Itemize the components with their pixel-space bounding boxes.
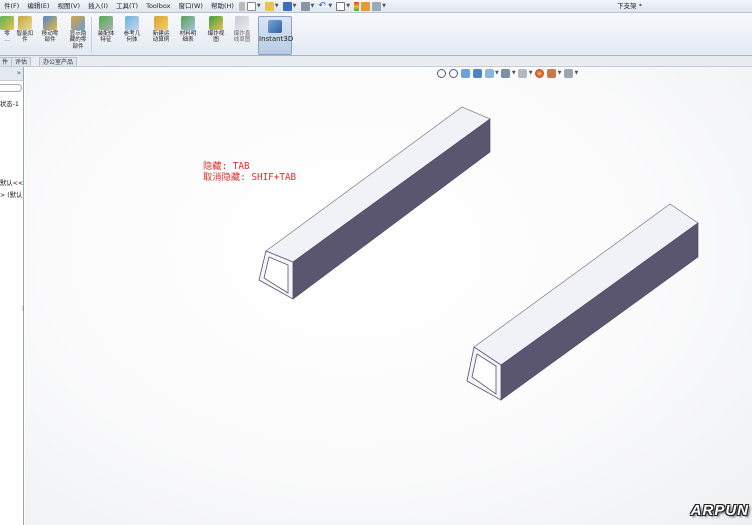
document-title: 下支架 * — [617, 2, 642, 10]
command-manager-tabs: 件 评估 办公室产品 — [0, 56, 752, 67]
open-folder-icon[interactable] — [264, 1, 274, 11]
instant3d-button[interactable]: Instant3D — [258, 16, 293, 55]
tube-side-face — [292, 118, 491, 300]
move-component-icon — [43, 16, 57, 30]
chevron-down-icon[interactable]: ▼ — [293, 3, 297, 9]
tree-item-default[interactable]: 默认<< — [0, 178, 23, 187]
explode-line-sketch-icon — [235, 16, 249, 30]
tube-top-face — [265, 106, 491, 263]
tab-evaluate[interactable]: 评估 — [11, 57, 32, 66]
assembly-features-button[interactable]: 装配体 特征 — [93, 15, 119, 55]
model-view — [258, 106, 699, 401]
pin-icon[interactable] — [238, 1, 245, 11]
expand-panel-icon[interactable]: » — [17, 69, 21, 77]
chevron-down-icon[interactable]: ▼ — [311, 3, 315, 9]
menu-help[interactable]: 帮助(H) — [207, 0, 238, 13]
chevron-down-icon[interactable]: ▼ — [346, 3, 350, 9]
menu-bar: 件(F) 编辑(E) 视图(V) 插入(I) 工具(T) Toolbox 窗口(… — [0, 0, 752, 13]
exploded-view-button[interactable]: 爆炸视 图 — [203, 15, 229, 55]
menu-toolbox[interactable]: Toolbox — [142, 0, 174, 13]
instant3d-icon — [268, 20, 282, 33]
menu-tools[interactable]: 工具(T) — [112, 0, 142, 13]
menu-file[interactable]: 件(F) — [0, 0, 23, 13]
options-icon[interactable] — [372, 1, 382, 11]
bill-of-materials-icon — [181, 16, 195, 30]
assembly-features-icon — [99, 16, 113, 30]
select-icon[interactable] — [336, 1, 346, 11]
chevron-down-icon[interactable]: ▼ — [382, 3, 386, 9]
command-manager: 零 … 智能扣 件 移动零 部件 显示隐 藏的零 部件 装配体 特征 参考几 何… — [0, 13, 752, 56]
menu-edit[interactable]: 编辑(E) — [23, 0, 53, 13]
show-hidden-components-icon — [71, 16, 85, 30]
square-tube-part-2[interactable] — [466, 203, 699, 401]
reference-geometry-icon — [125, 16, 139, 30]
chevron-down-icon[interactable]: ▼ — [275, 3, 279, 9]
graphics-area[interactable]: ▼ ▼ ▼ ▼ ▼ 隐藏: TAB 取消隐藏: SHIF+TAB — [25, 67, 752, 525]
smart-fasteners-button[interactable]: 智能扣 件 — [12, 15, 38, 55]
traffic-light-icon[interactable] — [354, 1, 360, 11]
hint-line-unhide: 取消隐藏: SHIF+TAB — [203, 172, 297, 183]
bill-of-materials-button[interactable]: 材料明 细表 — [175, 15, 201, 55]
square-tube-part-1[interactable] — [258, 106, 491, 300]
exploded-view-icon — [209, 16, 223, 30]
print-icon[interactable] — [300, 1, 310, 11]
tab-office-products[interactable]: 办公室产品 — [39, 57, 78, 66]
smart-fasteners-icon — [18, 16, 32, 30]
watermark-logo: ARPUN — [690, 502, 749, 519]
save-icon[interactable] — [282, 1, 292, 11]
config-state-label: 状态-1 — [0, 101, 19, 108]
tree-item-default-2[interactable]: > (默认 — [0, 190, 22, 199]
hint-line-hide: 隐藏: TAB — [203, 161, 250, 172]
chevron-down-icon[interactable]: ▼ — [257, 3, 261, 9]
new-document-icon[interactable] — [246, 1, 256, 11]
menu-view[interactable]: 视图(V) — [54, 0, 85, 13]
menu-window[interactable]: 窗口(W) — [174, 0, 207, 13]
file-properties-icon[interactable] — [361, 1, 371, 11]
menu-insert[interactable]: 插入(I) — [84, 0, 112, 13]
feature-manager-panel: » 状态-1 默认<< > (默认 — [0, 67, 24, 525]
chevron-down-icon[interactable]: ▼ — [328, 3, 332, 9]
explode-line-sketch-button[interactable]: 爆炸直 线草图 — [229, 15, 255, 55]
new-motion-study-icon — [154, 16, 168, 30]
reference-geometry-button[interactable]: 参考几 何体 — [119, 15, 145, 55]
undo-icon[interactable]: ↶ — [318, 1, 327, 11]
toolbar-separator — [91, 17, 92, 53]
feature-manager-header: » — [0, 67, 23, 81]
feature-tree-filter[interactable] — [0, 84, 22, 92]
new-motion-study-button[interactable]: 新建运 动算例 — [148, 15, 174, 55]
keyboard-hint-annotation: 隐藏: TAB 取消隐藏: SHIF+TAB — [203, 161, 296, 183]
tube-top-face — [473, 203, 699, 366]
show-hidden-components-button[interactable]: 显示隐 藏的零 部件 — [65, 15, 91, 55]
move-component-button[interactable]: 移动零 部件 — [37, 15, 63, 55]
